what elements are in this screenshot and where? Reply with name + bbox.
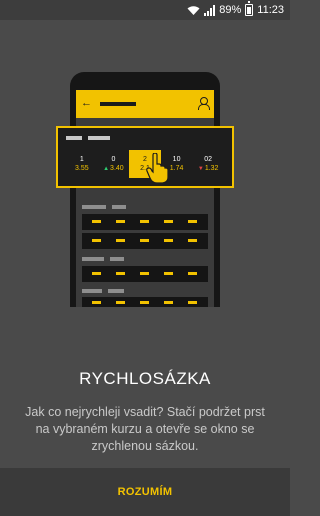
- card-label-placeholder: [88, 136, 110, 140]
- odd-value: 3.40: [110, 164, 124, 172]
- trend-down-icon: ▼: [197, 165, 204, 172]
- status-bar: 89% 11:23: [0, 0, 290, 20]
- odd-value: 1.32: [204, 164, 219, 172]
- header-title-placeholder: [100, 102, 136, 106]
- list-row: [82, 266, 208, 282]
- status-time: 11:23: [257, 4, 284, 16]
- back-arrow-icon: ←: [81, 97, 92, 109]
- list-row: [82, 297, 208, 307]
- card-label-placeholder: [66, 136, 82, 140]
- signal-icon: [204, 4, 216, 16]
- odd-label: 10: [172, 156, 181, 163]
- understand-button[interactable]: ROZUMÍM: [118, 486, 173, 498]
- odd-label: 1: [79, 156, 84, 163]
- odd-label: 0: [111, 155, 116, 163]
- phone-screen: ←: [76, 90, 214, 307]
- odd-cell: 1 3.55: [66, 150, 98, 178]
- list-row: [82, 233, 208, 249]
- wifi-icon: [187, 5, 200, 16]
- phone-illustration: ←: [70, 72, 220, 307]
- footer-bar: ROZUMÍM: [0, 468, 290, 516]
- list-row: [82, 214, 208, 230]
- trend-up-icon: ▲: [103, 165, 110, 172]
- section-label-placeholder: [112, 205, 126, 209]
- phone-app-header: ←: [76, 90, 214, 118]
- odd-cell: 0 ▲3.40: [98, 150, 130, 178]
- odd-value: 3.55: [74, 165, 89, 172]
- section-label-placeholder: [82, 205, 106, 209]
- battery-percent: 89%: [219, 4, 242, 16]
- user-icon: [198, 97, 210, 110]
- odd-cell: 02 ▼1.32: [192, 150, 224, 178]
- onboarding-title: RYCHLOSÁZKA: [79, 369, 211, 388]
- section-label-placeholder: [110, 257, 124, 261]
- battery-charging-icon: [245, 1, 254, 16]
- section-label-placeholder: [108, 289, 124, 293]
- onboarding-description: Jak co nejrychleji vsadit? Stačí podržet…: [25, 405, 265, 453]
- hand-pointer-icon: [146, 152, 169, 184]
- section-label-placeholder: [82, 289, 102, 293]
- highlighted-odds-card: 1 3.55 0 ▲3.40 2 2.1 10 1.74 02 ▼1.32: [56, 126, 234, 188]
- odds-row: 1 3.55 0 ▲3.40 2 2.1 10 1.74 02 ▼1.32: [66, 150, 224, 178]
- odd-label: 02: [204, 155, 213, 163]
- section-label-placeholder: [82, 257, 104, 261]
- odd-value: 1.74: [169, 165, 184, 172]
